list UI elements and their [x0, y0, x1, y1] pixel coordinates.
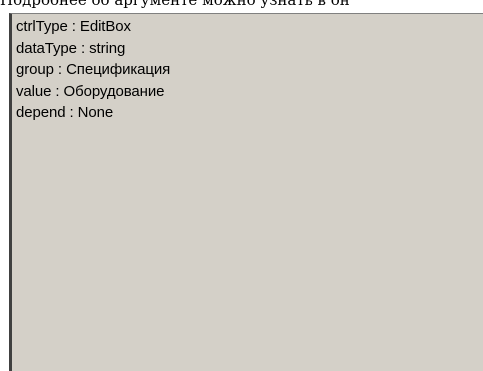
property-list: ctrlType : EditBox dataType : string gro… [16, 16, 170, 124]
properties-panel: ctrlType : EditBox dataType : string gro… [9, 13, 483, 371]
property-ctrltype: ctrlType : EditBox [16, 18, 131, 35]
background-document-text: Подробнее об аргументе можно узнать в он [0, 0, 350, 9]
property-group: group : Спецификация [16, 61, 171, 78]
property-value: value : Оборудование [16, 82, 165, 100]
property-depend: depend : None [16, 104, 114, 121]
property-datatype: dataType : string [16, 39, 126, 57]
